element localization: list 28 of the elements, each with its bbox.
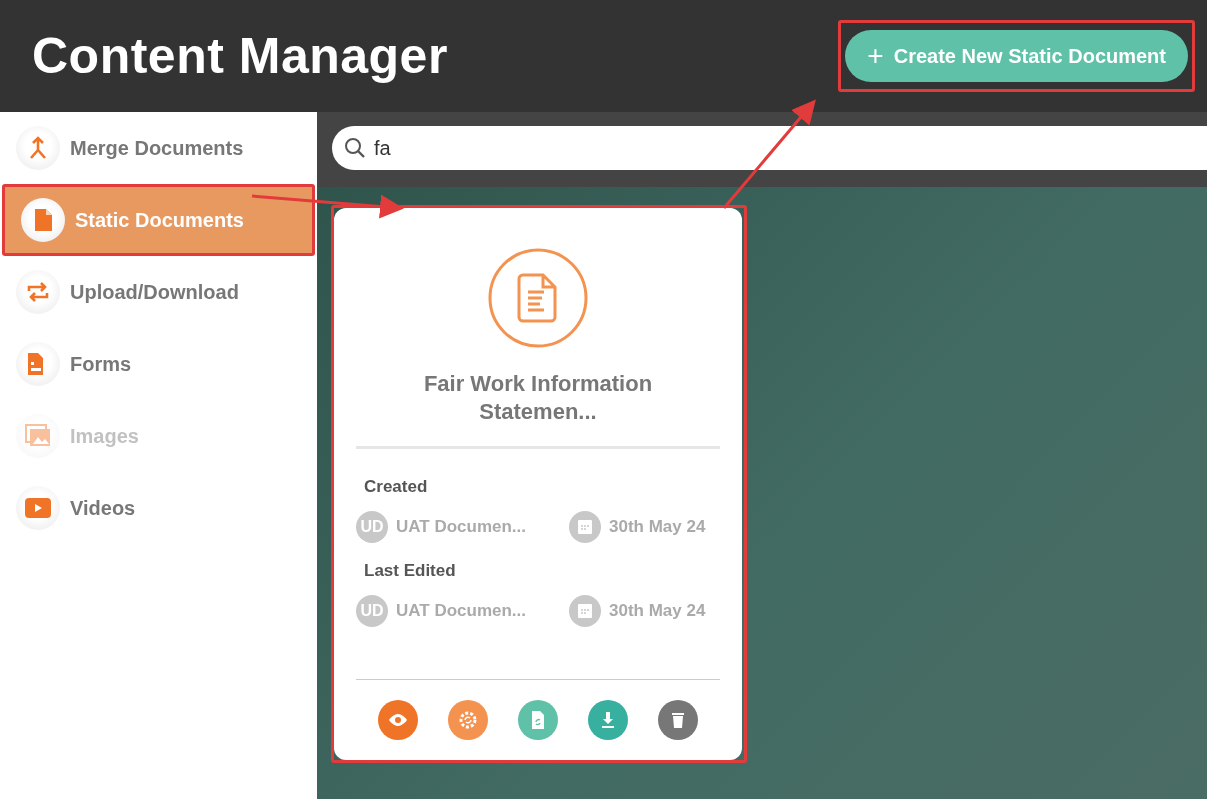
meta-label: Last Edited bbox=[364, 561, 457, 581]
download-button[interactable] bbox=[588, 700, 628, 740]
date-text: 30th May 24 bbox=[609, 601, 706, 621]
user-name: UAT Documen... bbox=[396, 601, 528, 621]
search-icon bbox=[344, 137, 366, 159]
merge-arrows-icon bbox=[27, 136, 49, 160]
date-text: 30th May 24 bbox=[609, 517, 706, 537]
delete-button[interactable] bbox=[658, 700, 698, 740]
sidebar-item[interactable]: Upload/Download bbox=[0, 256, 317, 328]
calendar-icon bbox=[569, 511, 601, 543]
document-icon bbox=[488, 248, 588, 348]
app-title: Content Manager bbox=[32, 27, 448, 85]
user-name: UAT Documen... bbox=[396, 517, 528, 537]
document-title: Fair Work Information Statemen... bbox=[422, 370, 654, 426]
document-icon bbox=[33, 208, 53, 232]
meta-label: Created bbox=[364, 477, 429, 497]
calendar-icon bbox=[569, 595, 601, 627]
pictures-icon bbox=[25, 424, 51, 448]
sidebar-item[interactable]: Forms bbox=[0, 328, 317, 400]
sidebar-item[interactable]: Static Documents bbox=[5, 187, 312, 253]
search-bar[interactable]: fa bbox=[332, 126, 1207, 170]
sidebar-item[interactable]: Videos bbox=[0, 472, 317, 544]
swap-arrows-icon bbox=[26, 281, 50, 303]
play-icon bbox=[25, 498, 51, 518]
sidebar-item[interactable]: Merge Documents bbox=[0, 112, 317, 184]
settings-button[interactable] bbox=[448, 700, 488, 740]
regenerate-button[interactable] bbox=[518, 700, 558, 740]
view-button[interactable] bbox=[378, 700, 418, 740]
